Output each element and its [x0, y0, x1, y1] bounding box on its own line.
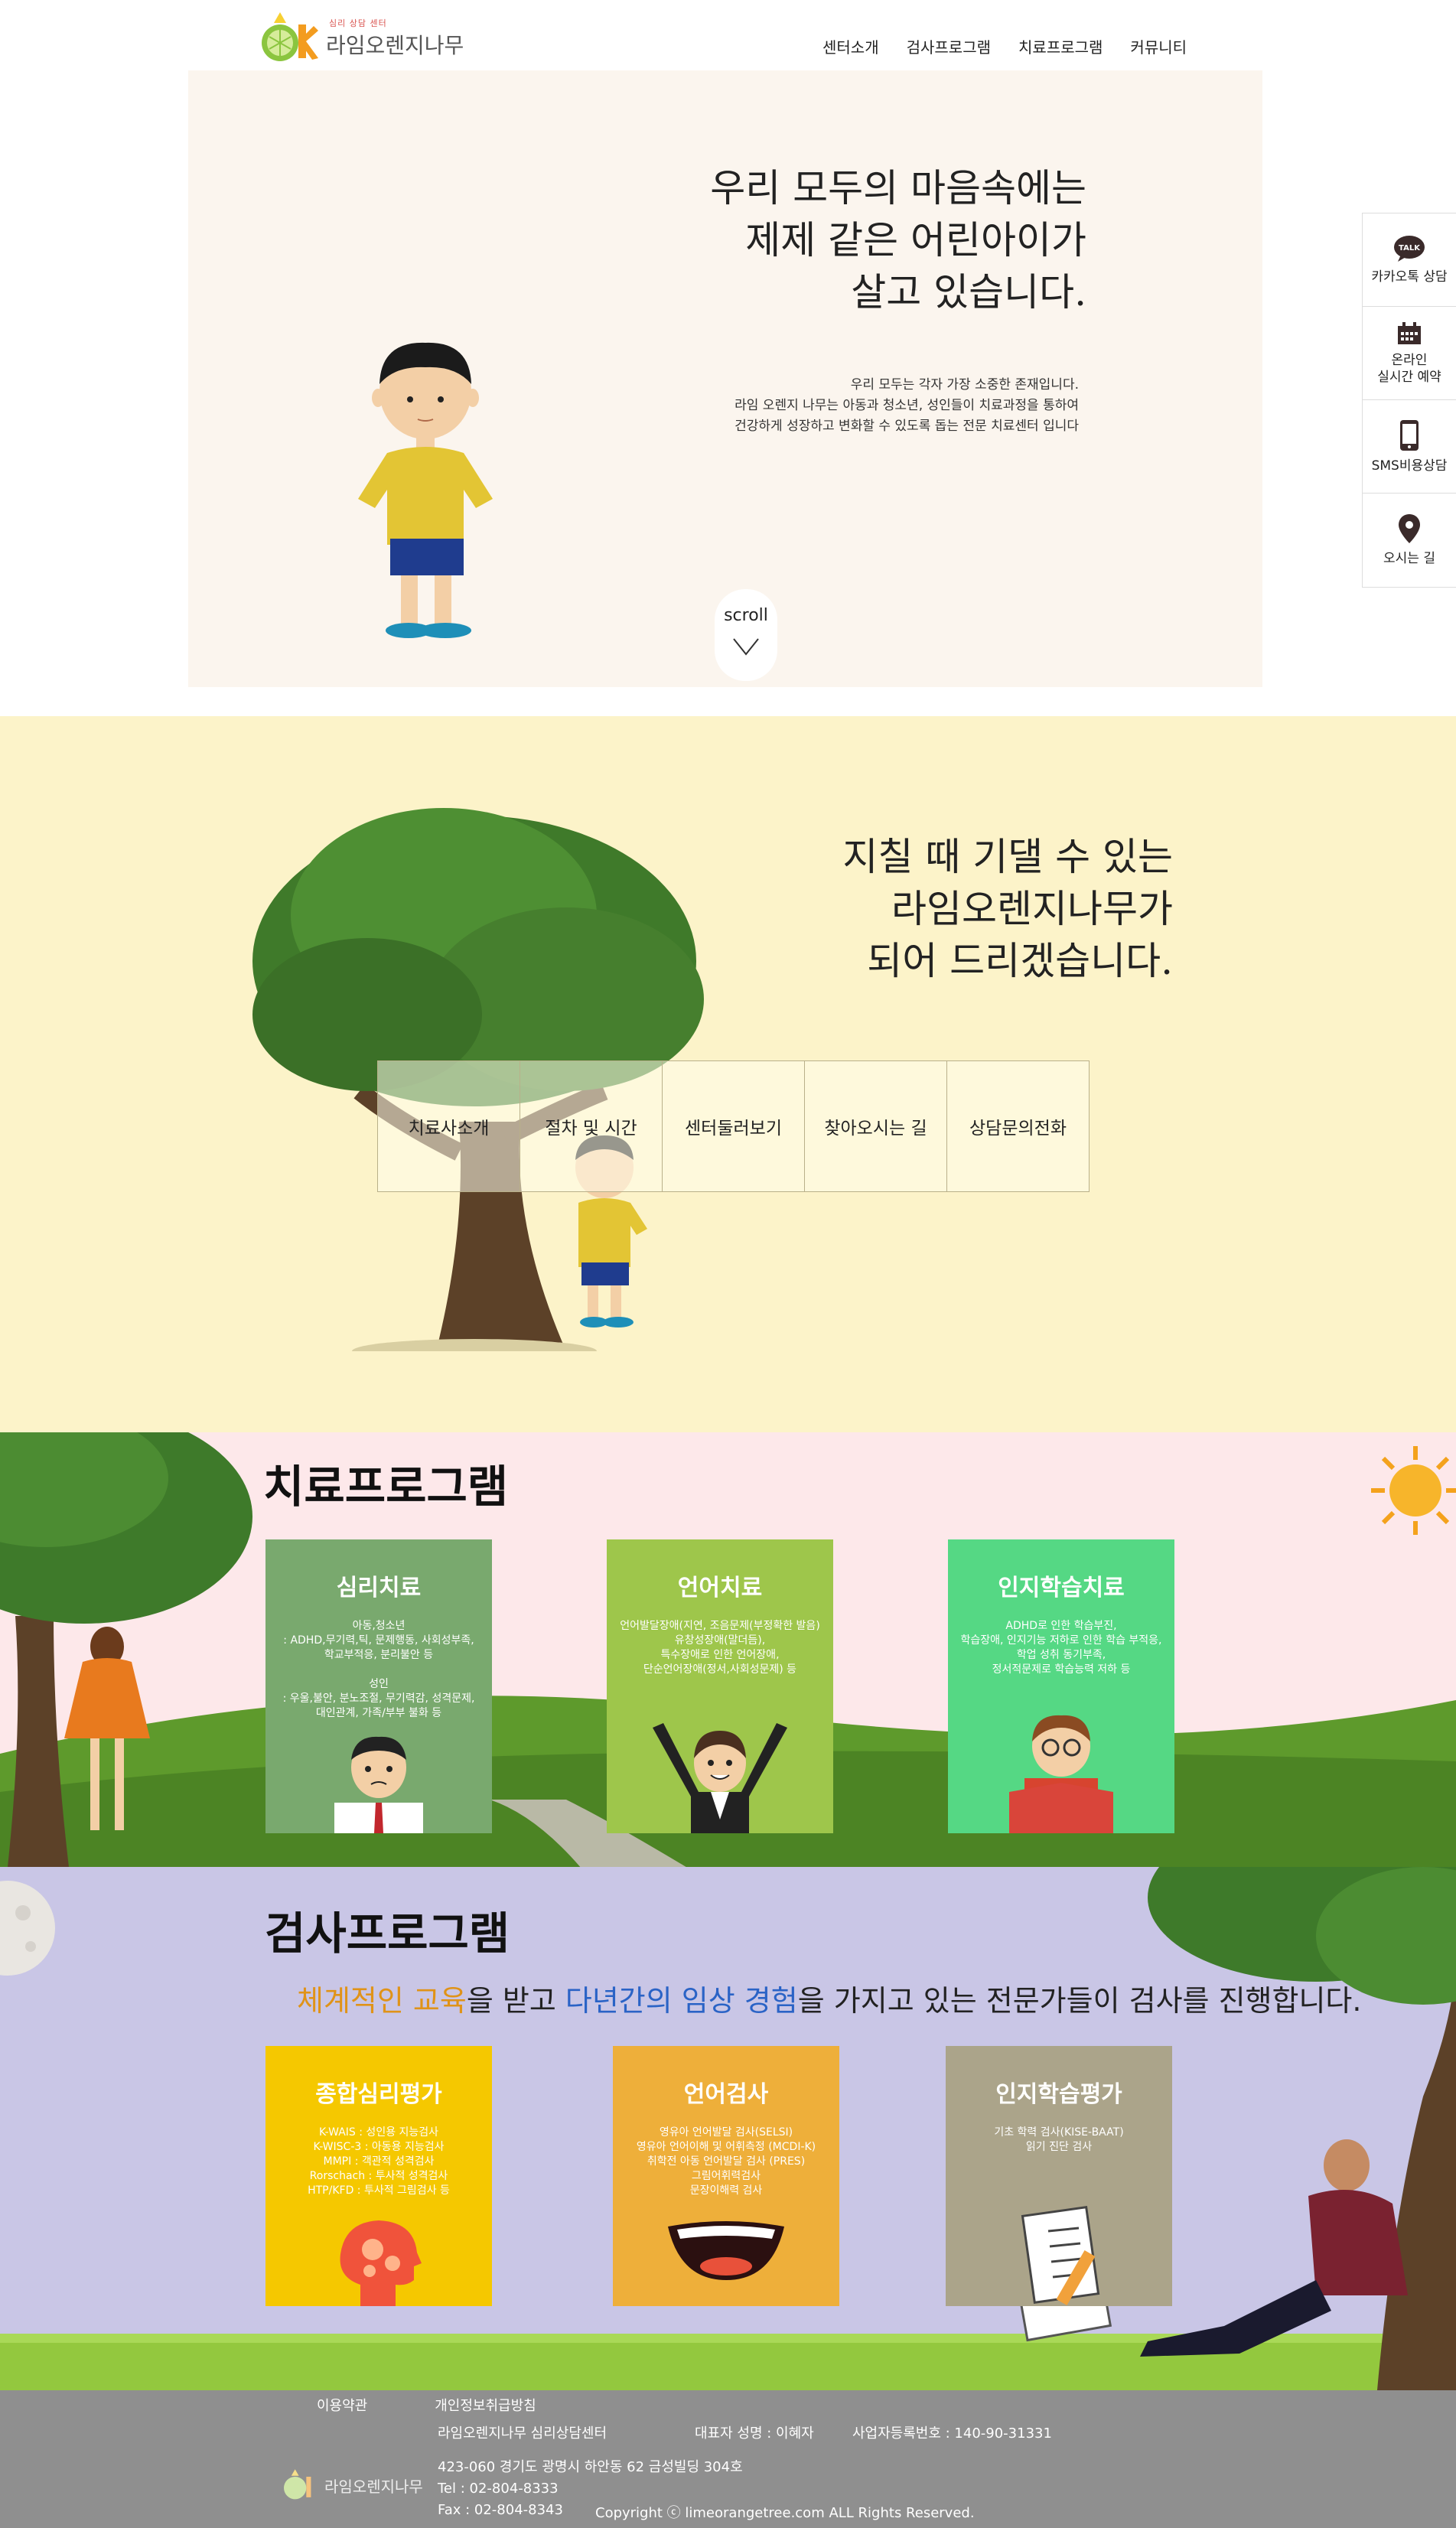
site-header: 심리 상담 센터 라임오렌지나무 센터소개 검사프로그램 치료프로그램 커뮤니티 — [0, 0, 1456, 70]
tree-girl-illustration — [0, 1432, 252, 1867]
hero-title: 우리 모두의 마음속에는 제제 같은 어린아이가 살고 있습니다. — [710, 162, 1086, 318]
terms-link[interactable]: 이용약관 — [317, 2395, 367, 2415]
promise-section: 지칠 때 기댈 수 있는 라임오렌지나무가 되어 드리겠습니다. 치료사소개 절… — [0, 716, 1456, 1432]
hero-title-line: 우리 모두의 마음속에는 — [710, 166, 1086, 210]
highlight-experience: 다년간의 임상 경험 — [565, 1984, 798, 2018]
hero-title-line: 살고 있습니다. — [851, 270, 1086, 314]
highlight-education: 체계적인 교육 — [297, 1984, 467, 2018]
scroll-down-button[interactable]: scroll — [715, 589, 777, 681]
smiling-mouth-icon — [668, 2221, 784, 2280]
assessment-card-language[interactable]: 언어검사 영유아 언어발달 검사(SELSI) 영유아 언어이해 및 어휘측정 … — [613, 2046, 839, 2306]
quick-directions[interactable]: 오시는 길 — [1363, 494, 1456, 587]
nav-item-assessment[interactable]: 검사프로그램 — [907, 35, 991, 57]
nav-item-community[interactable]: 커뮤니티 — [1130, 35, 1187, 57]
privacy-policy-link[interactable]: 개인정보취급방침 — [435, 2395, 536, 2415]
chevron-down-icon — [733, 638, 759, 656]
quick-kakaotalk[interactable]: TALK 카카오톡 상담 — [1363, 213, 1456, 307]
card-description: K-WAIS : 성인용 지능검사 K-WISC-3 : 아동용 지능검사 MM… — [308, 2126, 450, 2197]
footer-address: 423-060 경기도 광명시 하안동 62 금성빌딩 304호 — [438, 2459, 743, 2475]
kakaotalk-icon: TALK — [1394, 235, 1425, 262]
mobile-phone-icon — [1400, 419, 1419, 451]
quick-label: 온라인 실시간 예약 — [1377, 352, 1441, 385]
therapy-card-speech[interactable]: 언어치료 언어발달장애(지연, 조음문제(부정확한 발음) 유창성장애(말더듬)… — [607, 1539, 833, 1833]
site-logo[interactable]: 심리 상담 센터 라임오렌지나무 — [259, 11, 464, 66]
card-description: 영유아 언어발달 검사(SELSI) 영유아 언어이해 및 어휘측정 (MCDI… — [636, 2126, 816, 2197]
reading-boy-illustration — [1009, 1715, 1113, 1833]
card-description: ADHD로 인한 학습부진, 학습장애, 인지기능 저하로 인한 학습 부적응,… — [960, 1620, 1162, 1676]
card-title: 인지학습치료 — [998, 1575, 1125, 1601]
assessment-card-cognitive[interactable]: 인지학습평가 기초 학력 검사(KISE-BAAT) 읽기 진단 검사 — [946, 2046, 1172, 2306]
promise-title-line: 라임오렌지나무가 — [891, 887, 1173, 931]
nav-item-therapy[interactable]: 치료프로그램 — [1018, 35, 1103, 57]
map-pin-icon — [1399, 514, 1420, 543]
card-title: 인지학습평가 — [995, 2081, 1122, 2108]
hero-title-line: 제제 같은 어린아이가 — [745, 218, 1086, 262]
logo-name: 라임오렌지나무 — [326, 33, 464, 58]
footer-tel: Tel : 02-804-8333 — [438, 2481, 559, 2497]
card-title: 심리치료 — [336, 1575, 422, 1601]
cheering-woman-illustration — [653, 1723, 787, 1833]
brain-gears-icon — [340, 2220, 422, 2306]
footer-logo-name: 라임오렌지나무 — [324, 2477, 423, 2496]
card-title: 언어검사 — [683, 2081, 769, 2108]
link-therapists[interactable]: 치료사소개 — [377, 1060, 520, 1192]
checklist-icon — [1021, 2206, 1100, 2306]
card-description: 기초 학력 검사(KISE-BAAT) 읽기 진단 검사 — [994, 2126, 1124, 2153]
moon-icon — [0, 1881, 55, 1976]
footer-center-name: 라임오렌지나무 심리상담센터 — [438, 2425, 607, 2442]
quick-sms[interactable]: SMS비용상담 — [1363, 400, 1456, 494]
therapy-card-psychological[interactable]: 심리치료 아동,청소년 : ADHD,무기력,틱, 문제행동, 사회성부족, 학… — [265, 1539, 492, 1833]
link-phone-inquiry[interactable]: 상담문의전화 — [946, 1060, 1090, 1192]
card-title: 언어치료 — [677, 1575, 763, 1601]
link-procedure-hours[interactable]: 절차 및 시간 — [520, 1060, 663, 1192]
quick-label: 오시는 길 — [1383, 551, 1435, 566]
card-description: 아동,청소년 : ADHD,무기력,틱, 문제행동, 사회성부족, 학교부적응,… — [282, 1620, 475, 1719]
promise-title-line: 되어 드리겠습니다. — [867, 939, 1173, 983]
quick-links: 치료사소개 절차 및 시간 센터둘러보기 찾아오시는 길 상담문의전화 — [377, 1060, 1090, 1192]
card-description: 언어발달장애(지연, 조음문제(부정확한 발음) 유창성장애(말더듬), 특수장… — [620, 1620, 820, 1676]
logo-mark-icon — [259, 11, 320, 66]
calendar-icon — [1398, 321, 1421, 344]
footer-logo: 라임오렌지나무 — [282, 2468, 423, 2502]
subtitle-text: 을 가지고 있는 전문가들이 검사를 진행합니다. — [797, 1984, 1362, 2018]
kakaotalk-icon-text: TALK — [1399, 244, 1421, 252]
quick-label: SMS비용상담 — [1371, 458, 1448, 474]
footer-business-number: 사업자등록번호 : 140-90-31331 — [852, 2425, 1052, 2442]
boy-illustration — [358, 342, 493, 638]
sun-icon — [1371, 1446, 1456, 1535]
link-center-tour[interactable]: 센터둘러보기 — [662, 1060, 805, 1192]
hero-description-line: 건강하게 성장하고 변화할 수 있도록 돕는 전문 치료센터 입니다 — [735, 419, 1079, 434]
therapy-heading: 치료프로그램 — [263, 1461, 509, 1513]
card-title: 종합심리평가 — [315, 2081, 442, 2108]
promise-title-line: 지칠 때 기댈 수 있는 — [842, 835, 1173, 879]
footer-copyright: Copyright ⓒ limeorangetree.com ALL Right… — [595, 2505, 975, 2521]
assessment-card-comprehensive[interactable]: 종합심리평가 K-WAIS : 성인용 지능검사 K-WISC-3 : 아동용 … — [265, 2046, 492, 2306]
quick-menu: TALK 카카오톡 상담 온라인 실시간 예약 SMS비용상담 오시는 길 — [1362, 213, 1456, 588]
therapy-card-cognitive[interactable]: 인지학습치료 ADHD로 인한 학습부진, 학습장애, 인지기능 저하로 인한 … — [948, 1539, 1174, 1833]
quick-label: 카카오톡 상담 — [1371, 269, 1448, 285]
site-footer: 이용약관 개인정보취급방침 라임오렌지나무 심리상담센터 대표자 성명 : 이혜… — [0, 2390, 1456, 2528]
assessment-subtitle: 체계적인 교육을 받고 다년간의 임상 경험을 가지고 있는 전문가들이 검사를… — [297, 1977, 1361, 2019]
therapy-section: 치료프로그램 심리치료 아동,청소년 : ADHD,무기력,틱, 문제행동, 사… — [0, 1432, 1456, 1867]
nav-item-center-intro[interactable]: 센터소개 — [822, 35, 879, 57]
hero-description: 우리 모두는 각자 가장 소중한 존재입니다. 라임 오렌지 나무는 아동과 청… — [735, 375, 1079, 437]
footer-ceo: 대표자 성명 : 이혜자 — [695, 2425, 814, 2442]
logo-mark-icon — [284, 2469, 311, 2500]
promise-title: 지칠 때 기댈 수 있는 라임오렌지나무가 되어 드리겠습니다. — [842, 831, 1173, 987]
footer-fax: Fax : 02-804-8343 — [438, 2502, 563, 2518]
quick-online-reservation[interactable]: 온라인 실시간 예약 — [1363, 307, 1456, 400]
logo-tagline: 심리 상담 센터 — [329, 18, 387, 28]
hero-description-line: 라임 오렌지 나무는 아동과 청소년, 성인들이 치료과정을 통하여 — [735, 398, 1079, 413]
hero-description-line: 우리 모두는 각자 가장 소중한 존재입니다. — [850, 377, 1079, 393]
hero-section: 우리 모두의 마음속에는 제제 같은 어린아이가 살고 있습니다. 우리 모두는… — [188, 70, 1262, 687]
worried-man-illustration — [334, 1736, 423, 1833]
scroll-label: scroll — [724, 606, 768, 625]
subtitle-text: 을 받고 — [466, 1984, 565, 2018]
footer-links: 이용약관 개인정보취급방침 — [317, 2395, 536, 2415]
assessment-section: 검사프로그램 체계적인 교육을 받고 다년간의 임상 경험을 가지고 있는 전문… — [0, 1867, 1456, 2390]
link-directions[interactable]: 찾아오시는 길 — [804, 1060, 947, 1192]
main-nav: 센터소개 검사프로그램 치료프로그램 커뮤니티 — [822, 35, 1187, 57]
assessment-heading: 검사프로그램 — [265, 1907, 510, 1960]
